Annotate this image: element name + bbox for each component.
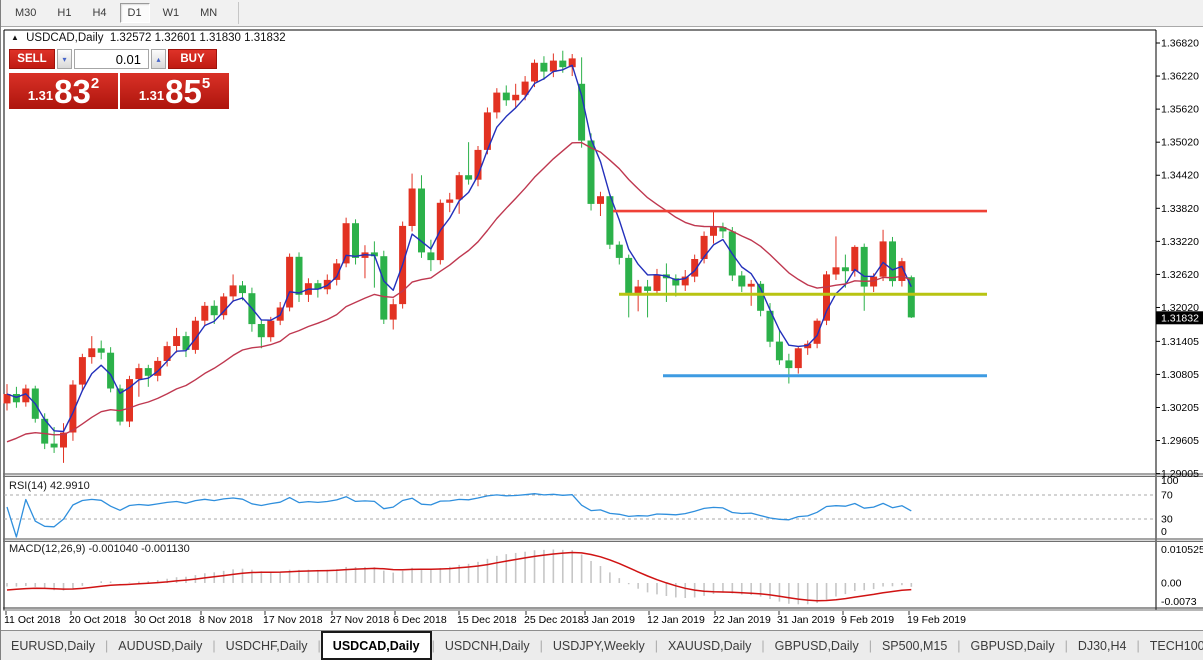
svg-text:0.010525: 0.010525 bbox=[1161, 544, 1203, 556]
symbol-tab-audusd-daily[interactable]: AUDUSD,Daily bbox=[108, 631, 212, 660]
svg-text:1.33820: 1.33820 bbox=[1161, 203, 1199, 215]
svg-text:8 Nov 2018: 8 Nov 2018 bbox=[199, 614, 253, 626]
svg-text:1.31405: 1.31405 bbox=[1161, 336, 1199, 348]
svg-text:1.36220: 1.36220 bbox=[1161, 71, 1199, 83]
svg-text:0.00: 0.00 bbox=[1161, 578, 1182, 590]
symbol-tab-gbpusd-daily[interactable]: GBPUSD,Daily bbox=[765, 631, 869, 660]
svg-text:1.35020: 1.35020 bbox=[1161, 137, 1199, 149]
svg-text:1.36820: 1.36820 bbox=[1161, 38, 1199, 50]
svg-text:11 Oct 2018: 11 Oct 2018 bbox=[4, 614, 61, 626]
symbol-tabs: EURUSD,Daily|AUDUSD,Daily|USDCHF,Daily|U… bbox=[1, 631, 1203, 660]
svg-text:30 Oct 2018: 30 Oct 2018 bbox=[134, 614, 191, 626]
symbol-tab-usdchf-daily[interactable]: USDCHF,Daily bbox=[216, 631, 318, 660]
symbol-tab-usdcnh-daily[interactable]: USDCNH,Daily bbox=[435, 631, 540, 660]
buy-price-base: 1.31 bbox=[139, 88, 164, 103]
symbol-tab-gbpusd-daily[interactable]: GBPUSD,Daily bbox=[961, 631, 1065, 660]
symbol-tab-eurusd-daily[interactable]: EURUSD,Daily bbox=[1, 631, 105, 660]
sell-button[interactable]: SELL bbox=[9, 49, 55, 69]
sell-price-big: 83 bbox=[54, 78, 91, 106]
volume-input[interactable]: 0.01 bbox=[74, 49, 149, 69]
chart-symbol-label: USDCAD,Daily bbox=[26, 32, 103, 44]
svg-text:15 Dec 2018: 15 Dec 2018 bbox=[457, 614, 517, 626]
timeframe-button-h4[interactable]: H4 bbox=[84, 3, 114, 23]
svg-text:31 Jan 2019: 31 Jan 2019 bbox=[777, 614, 835, 626]
svg-text:17 Nov 2018: 17 Nov 2018 bbox=[263, 614, 323, 626]
svg-text:27 Nov 2018: 27 Nov 2018 bbox=[330, 614, 390, 626]
svg-text:-0.0073: -0.0073 bbox=[1161, 596, 1197, 608]
symbol-tab-tech100[interactable]: TECH100, bbox=[1140, 631, 1203, 660]
chart-title: ▲ USDCAD,Daily 1.32572 1.32601 1.31830 1… bbox=[11, 32, 286, 44]
trading-app-window: M30H1H4 D1W1MN 1.36820 1.36220 1.35620 1.350… bbox=[0, 0, 1203, 660]
svg-text:1.30805: 1.30805 bbox=[1161, 369, 1199, 381]
one-click-panel-arrow-icon[interactable]: ▲ bbox=[11, 33, 19, 42]
symbol-tab-usdcad-daily[interactable]: USDCAD,Daily bbox=[321, 631, 432, 660]
toolbar-separator bbox=[238, 2, 239, 24]
svg-text:22 Jan 2019: 22 Jan 2019 bbox=[713, 614, 771, 626]
buy-price-big: 85 bbox=[165, 78, 202, 106]
timeframe-button-m30[interactable]: M30 bbox=[7, 3, 44, 23]
volume-increase-button[interactable]: ▴ bbox=[151, 49, 166, 69]
svg-text:1.35620: 1.35620 bbox=[1161, 104, 1199, 116]
svg-text:0: 0 bbox=[1161, 526, 1167, 538]
svg-text:100: 100 bbox=[1161, 475, 1179, 487]
buy-price-pip: 5 bbox=[202, 75, 210, 92]
svg-text:1.30205: 1.30205 bbox=[1161, 402, 1199, 414]
timeframe-button-w1[interactable]: W1 bbox=[155, 3, 188, 23]
buy-button[interactable]: BUY bbox=[168, 49, 217, 69]
svg-text:9 Feb 2019: 9 Feb 2019 bbox=[841, 614, 894, 626]
sell-price-pip: 2 bbox=[91, 75, 99, 92]
macd-label: MACD(12,26,9) -0.001040 -0.001130 bbox=[9, 543, 190, 555]
timeframe-button-d1[interactable]: D1 bbox=[120, 3, 150, 23]
one-click-trade-panel: SELL ▾ 0.01 ▴ BUY 1.31 83 2 1.31 85 5 bbox=[9, 49, 229, 109]
symbol-tab-usdjpy-weekly[interactable]: USDJPY,Weekly bbox=[543, 631, 655, 660]
svg-text:20 Oct 2018: 20 Oct 2018 bbox=[69, 614, 126, 626]
svg-text:1.34420: 1.34420 bbox=[1161, 170, 1199, 182]
svg-text:1.31832: 1.31832 bbox=[1161, 312, 1199, 324]
timeframe-button-h1[interactable]: H1 bbox=[49, 3, 79, 23]
symbol-tab-dj30-h4[interactable]: DJ30,H4 bbox=[1068, 631, 1137, 660]
volume-decrease-button[interactable]: ▾ bbox=[57, 49, 72, 69]
svg-text:70: 70 bbox=[1161, 490, 1173, 502]
timeframe-toolbar: M30H1H4 D1W1MN bbox=[1, 0, 1203, 27]
svg-text:30: 30 bbox=[1161, 514, 1173, 526]
symbol-tab-sp500-m15[interactable]: SP500,M15 bbox=[872, 631, 957, 660]
svg-text:1.29605: 1.29605 bbox=[1161, 435, 1199, 447]
svg-text:25 Dec 2018: 25 Dec 2018 bbox=[524, 614, 584, 626]
svg-text:12 Jan 2019: 12 Jan 2019 bbox=[647, 614, 705, 626]
rsi-label: RSI(14) 42.9910 bbox=[9, 480, 90, 492]
sell-price-display[interactable]: 1.31 83 2 bbox=[9, 73, 118, 109]
sell-price-base: 1.31 bbox=[28, 88, 53, 103]
chart-ohlc-values: 1.32572 1.32601 1.31830 1.31832 bbox=[110, 32, 286, 44]
symbol-tab-bar: EURUSD,Daily|AUDUSD,Daily|USDCHF,Daily|U… bbox=[1, 630, 1203, 660]
svg-text:1.33220: 1.33220 bbox=[1161, 236, 1199, 248]
buy-price-display[interactable]: 1.31 85 5 bbox=[120, 73, 229, 109]
svg-text:1.32620: 1.32620 bbox=[1161, 269, 1199, 281]
svg-text:6 Dec 2018: 6 Dec 2018 bbox=[393, 614, 447, 626]
svg-text:19 Feb 2019: 19 Feb 2019 bbox=[907, 614, 966, 626]
timeframe-button-mn[interactable]: MN bbox=[192, 3, 225, 23]
svg-text:3 Jan 2019: 3 Jan 2019 bbox=[583, 614, 635, 626]
symbol-tab-xauusd-daily[interactable]: XAUUSD,Daily bbox=[658, 631, 761, 660]
